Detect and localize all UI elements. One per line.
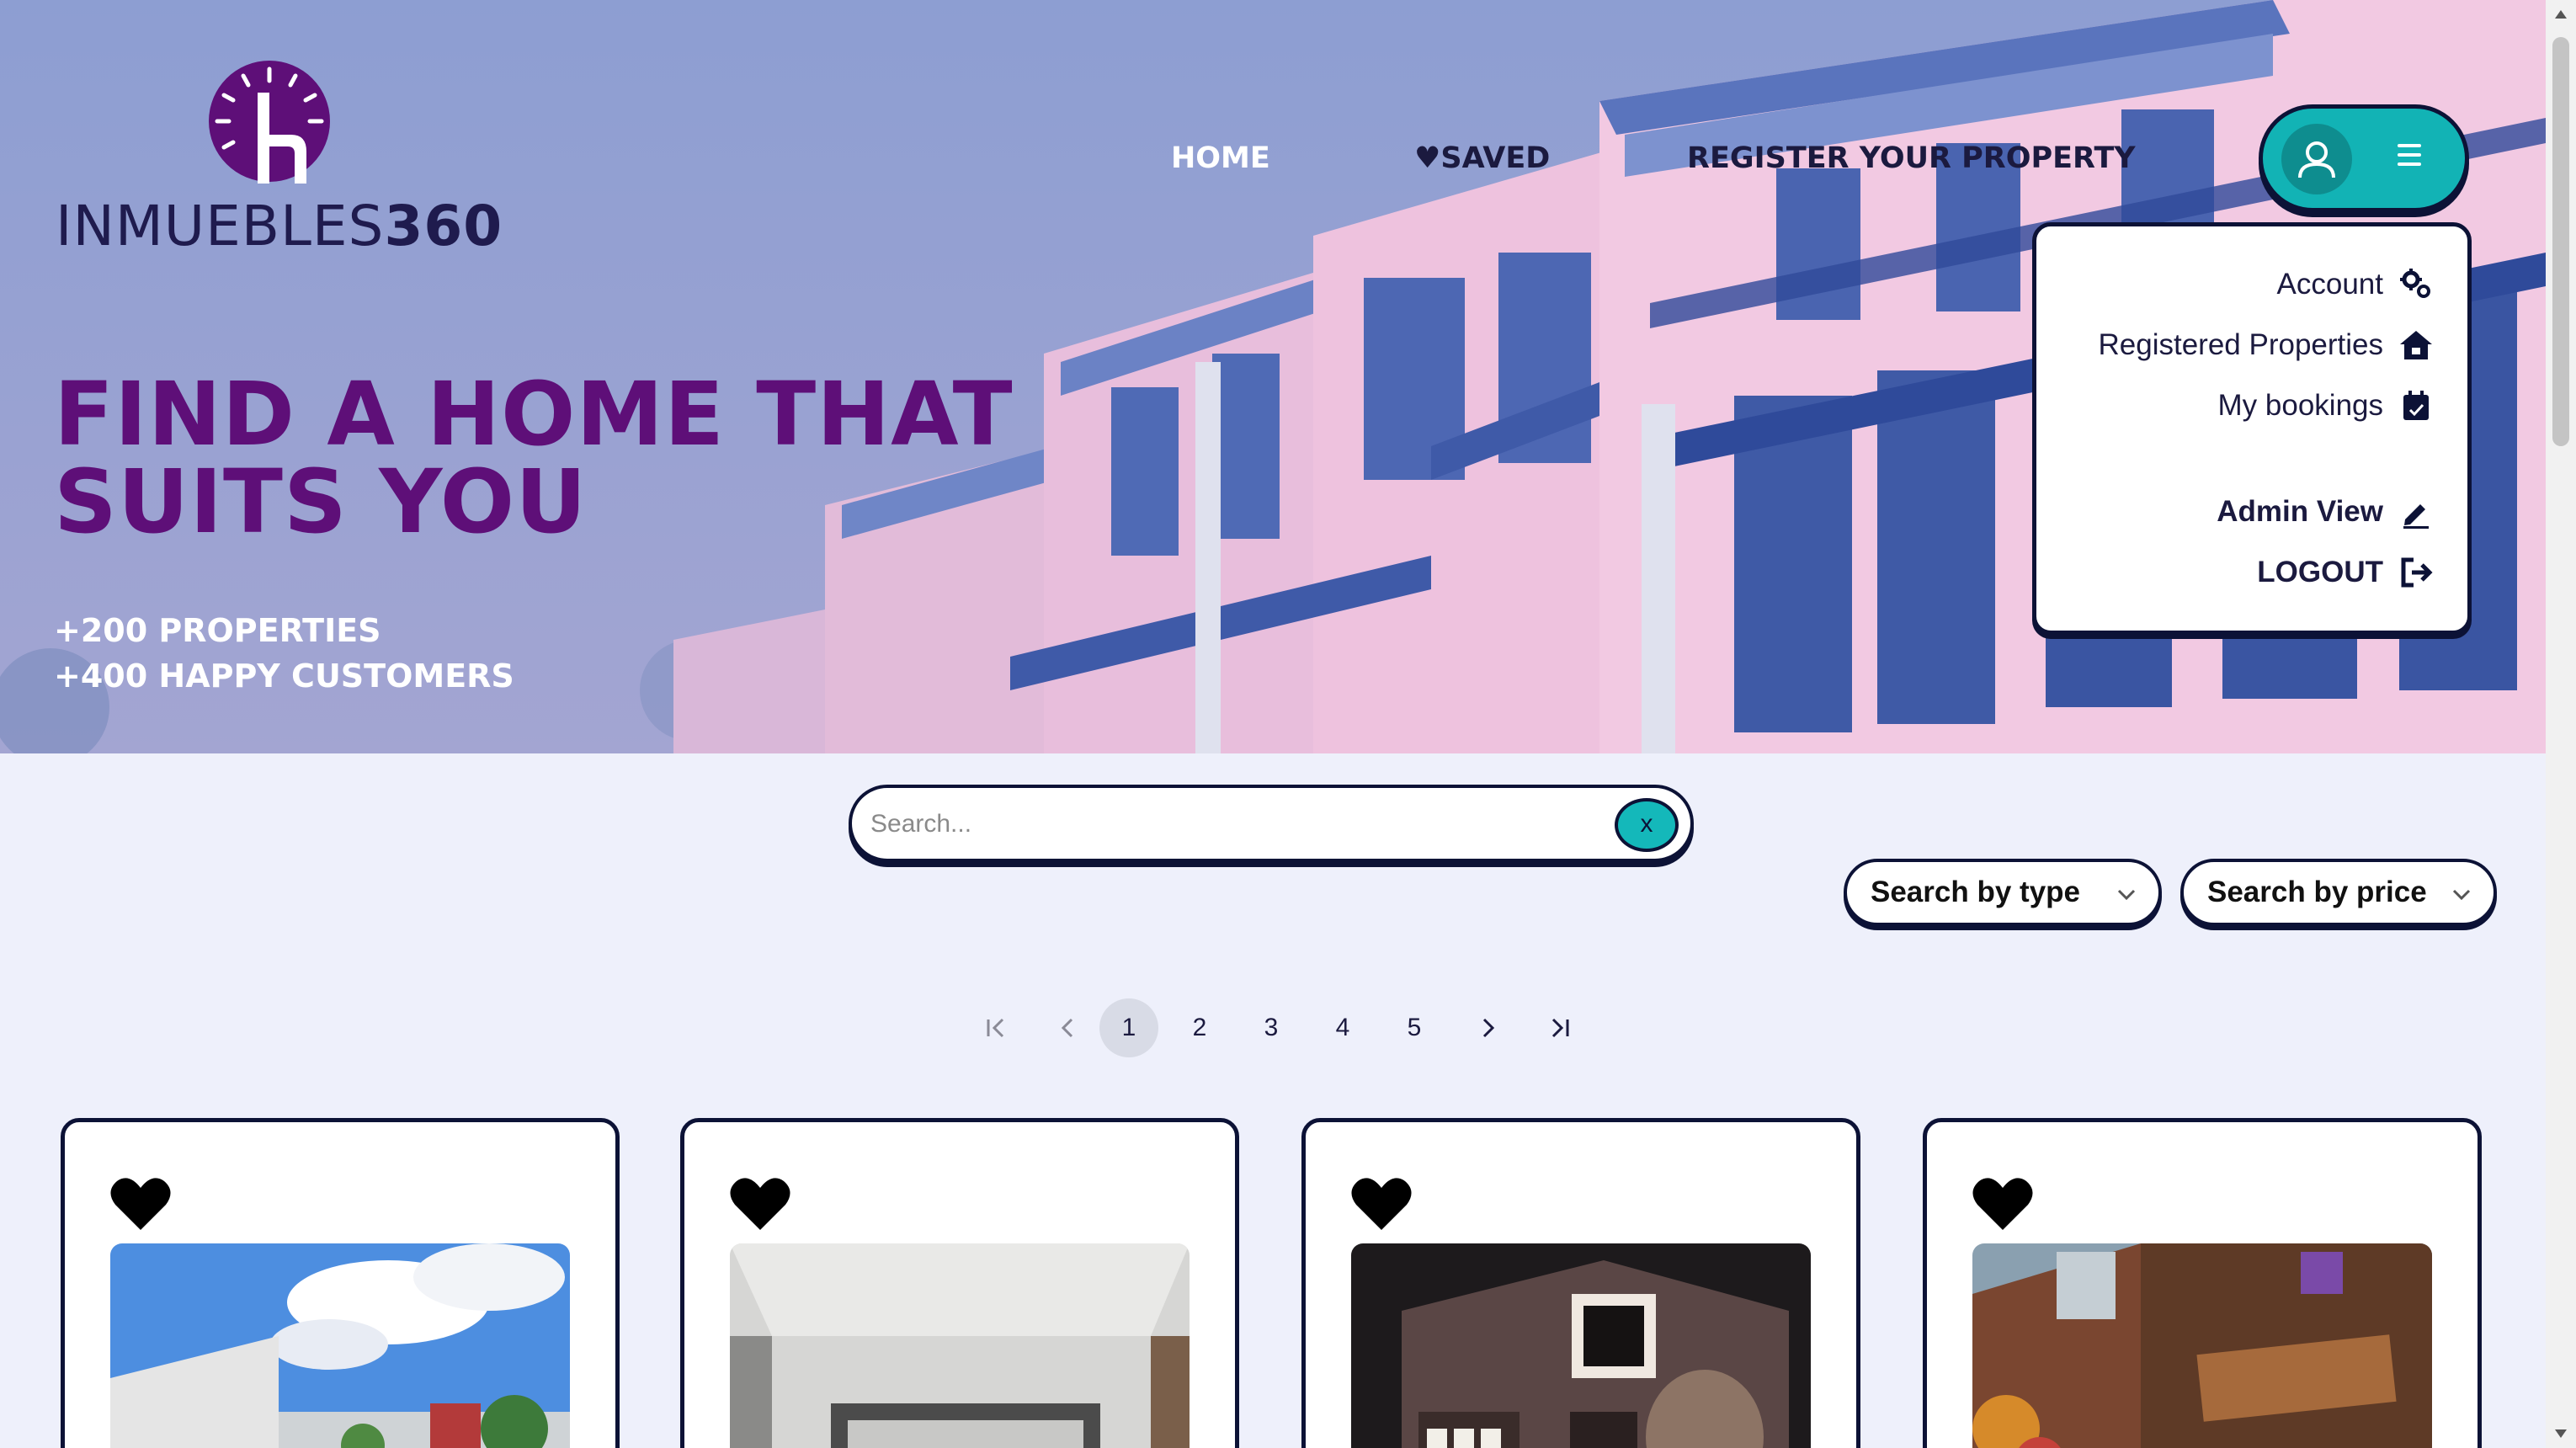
scroll-up-icon[interactable] bbox=[2555, 10, 2567, 19]
first-page-button[interactable] bbox=[966, 998, 1025, 1057]
search-by-type-select[interactable]: Search by type bbox=[1844, 859, 2162, 926]
hamburger-menu-icon bbox=[2398, 144, 2421, 166]
user-dropdown-menu: Account Registered Properties My booking… bbox=[2032, 222, 2472, 635]
nav-home-link[interactable]: HOME bbox=[1171, 141, 1270, 175]
next-page-button[interactable] bbox=[1458, 998, 1517, 1057]
hero-stats: +200 PROPERTIES +400 HAPPY CUSTOMERS bbox=[54, 608, 514, 699]
menu-item-account[interactable]: Account bbox=[2277, 267, 2434, 302]
page-3-button[interactable]: 3 bbox=[1242, 998, 1301, 1057]
clear-search-button[interactable]: x bbox=[1615, 798, 1679, 852]
property-card[interactable] bbox=[1301, 1118, 1860, 1448]
menu-item-admin-view[interactable]: Admin View bbox=[2217, 494, 2434, 530]
menu-item-logout[interactable]: LOGOUT bbox=[2257, 555, 2434, 590]
page-1-button[interactable]: 1 bbox=[1099, 998, 1158, 1057]
logout-icon bbox=[2401, 557, 2433, 588]
pencil-icon bbox=[2403, 504, 2429, 529]
hero-headline: FIND A HOME THAT SUITS YOU bbox=[54, 363, 1014, 553]
property-photo[interactable] bbox=[110, 1243, 570, 1448]
chevron-down-icon bbox=[2117, 889, 2136, 901]
stat-properties: +200 PROPERTIES bbox=[54, 612, 381, 649]
scrollbar-thumb[interactable] bbox=[2552, 37, 2569, 446]
favorite-heart-icon[interactable] bbox=[1351, 1176, 1412, 1232]
gears-icon bbox=[2400, 269, 2430, 298]
calendar-icon bbox=[2403, 391, 2429, 420]
menu-item-label: LOGOUT bbox=[2257, 556, 2383, 588]
chevron-right-icon bbox=[1482, 1018, 1495, 1038]
page-4-button[interactable]: 4 bbox=[1313, 998, 1372, 1057]
scroll-down-icon[interactable] bbox=[2555, 1429, 2567, 1438]
clock-logo-icon bbox=[209, 61, 330, 184]
search-by-price-select[interactable]: Search by price bbox=[2180, 859, 2497, 926]
property-card[interactable] bbox=[1923, 1118, 2482, 1448]
brand-name: INMUEBLES360 bbox=[56, 194, 503, 258]
nav-register-property-link[interactable]: REGISTER YOUR PROPERTY bbox=[1687, 141, 2136, 175]
property-card[interactable] bbox=[61, 1118, 620, 1448]
favorite-heart-icon[interactable] bbox=[1972, 1176, 2033, 1232]
page-2-button[interactable]: 2 bbox=[1170, 998, 1229, 1057]
menu-item-label: Account bbox=[2276, 268, 2383, 301]
chevron-down-icon bbox=[2452, 889, 2471, 901]
menu-item-my-bookings[interactable]: My bookings bbox=[2218, 388, 2434, 423]
select-label: Search by type bbox=[1871, 876, 2080, 908]
last-page-button[interactable] bbox=[1530, 998, 1589, 1057]
brand-logo[interactable]: INMUEBLES360 bbox=[56, 59, 502, 258]
property-photo[interactable] bbox=[730, 1243, 1190, 1448]
chevron-left-icon bbox=[1061, 1018, 1073, 1038]
last-page-icon bbox=[1551, 1018, 1569, 1038]
first-page-icon bbox=[987, 1018, 1004, 1038]
house-icon bbox=[2400, 331, 2432, 359]
property-photo[interactable] bbox=[1351, 1243, 1811, 1448]
user-menu-button[interactable] bbox=[2259, 104, 2469, 212]
menu-item-label: Registered Properties bbox=[2098, 328, 2384, 361]
menu-item-registered-properties[interactable]: Registered Properties bbox=[2099, 327, 2435, 363]
property-photo[interactable] bbox=[1972, 1243, 2432, 1448]
favorite-heart-icon[interactable] bbox=[730, 1176, 790, 1232]
user-avatar-icon bbox=[2281, 124, 2352, 194]
menu-item-label: My bookings bbox=[2217, 389, 2383, 422]
prev-page-button[interactable] bbox=[1039, 998, 1098, 1057]
menu-item-label: Admin View bbox=[2217, 495, 2383, 528]
property-card[interactable] bbox=[680, 1118, 1239, 1448]
favorite-heart-icon[interactable] bbox=[110, 1176, 171, 1232]
stat-customers: +400 HAPPY CUSTOMERS bbox=[54, 657, 514, 695]
search-input[interactable] bbox=[870, 803, 1611, 845]
page-5-button[interactable]: 5 bbox=[1385, 998, 1444, 1057]
search-bar: x bbox=[849, 785, 1694, 862]
page-scrollbar[interactable] bbox=[2546, 0, 2576, 1448]
select-label: Search by price bbox=[2207, 876, 2427, 908]
nav-saved-link[interactable]: ♥SAVED bbox=[1414, 141, 1550, 175]
